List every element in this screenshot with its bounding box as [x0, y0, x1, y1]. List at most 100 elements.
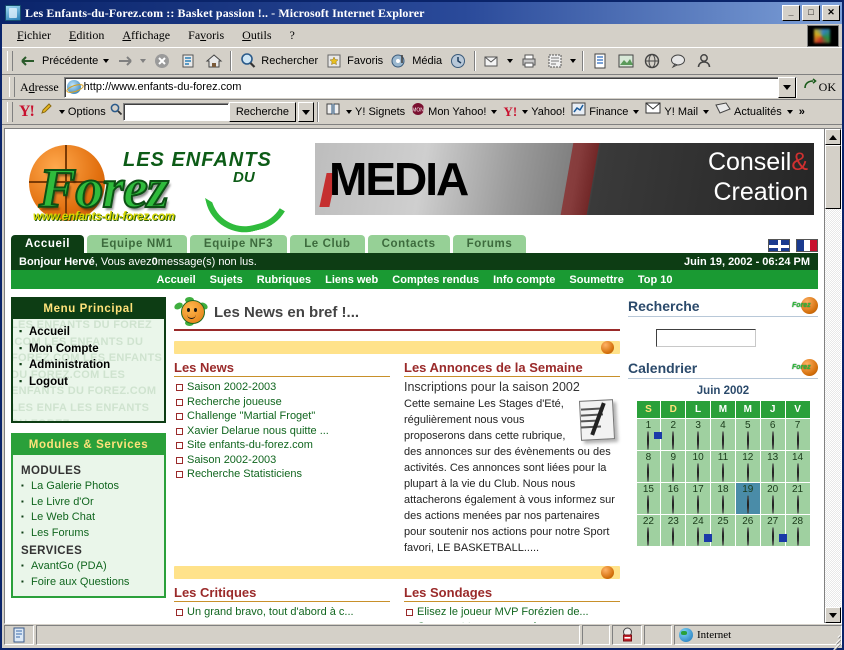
flag-fr-icon[interactable] — [796, 239, 818, 252]
tab-forums[interactable]: Forums — [452, 235, 527, 253]
yahoo-search-input[interactable] — [122, 103, 229, 121]
critique-link-1[interactable]: Un grand bravo, tout d'abord à c... — [174, 605, 390, 620]
calendar-day-9[interactable]: 9 — [661, 451, 686, 482]
yahoo-search-dropdown[interactable] — [298, 102, 315, 122]
sondage-link-2[interactable]: Comment trouvez-vous le nouveau ... — [404, 620, 620, 624]
toolbar-grip[interactable] — [7, 51, 13, 71]
minimize-button[interactable]: _ — [782, 5, 800, 21]
calendar-day-26[interactable]: 26 — [735, 515, 760, 546]
calendar-day-28[interactable]: 28 — [785, 515, 810, 546]
calendar-day-5[interactable]: 5 — [735, 419, 760, 450]
go-button[interactable]: OK — [797, 77, 842, 97]
subnav-accueil[interactable]: Accueil — [157, 274, 196, 286]
tab-contacts[interactable]: Contacts — [367, 235, 450, 253]
calendar-day-23[interactable]: 23 — [661, 515, 686, 546]
yahoo-options-button[interactable]: Options — [37, 102, 109, 122]
media-banner-ad[interactable]: MEDIA Conseil& Creation — [315, 143, 814, 215]
page-scrollbar[interactable] — [824, 129, 841, 623]
yahoo-item-ymail[interactable]: Y! Mail — [642, 102, 712, 122]
history-button[interactable] — [445, 50, 471, 72]
calendar-day-2[interactable]: 2 — [661, 419, 686, 450]
news-link-5[interactable]: Site enfants-du-forez.com — [174, 438, 390, 453]
address-dropdown-button[interactable] — [777, 76, 796, 98]
news-link-3[interactable]: Challenge "Martial Froget" — [174, 409, 390, 424]
subnav-liens-web[interactable]: Liens web — [325, 274, 378, 286]
subnav-soumettre[interactable]: Soumettre — [569, 274, 623, 286]
messenger-button[interactable] — [691, 50, 717, 72]
sidebar-item-web-chat[interactable]: Le Web Chat — [21, 509, 158, 526]
calendar-day-18[interactable]: 18 — [711, 483, 735, 514]
sidebar-item-logout[interactable]: Logout — [19, 373, 158, 391]
resize-grip[interactable] — [828, 632, 841, 650]
calendar-day-20[interactable]: 20 — [760, 483, 785, 514]
news-link-4[interactable]: Xavier Delarue nous quitte ... — [174, 424, 390, 439]
menu-affichage[interactable]: Affichage — [113, 26, 179, 45]
sidebar-item-mon-compte[interactable]: Mon Compte — [19, 340, 158, 358]
scrollbar-thumb[interactable] — [825, 145, 841, 209]
calendar-day-25[interactable]: 25 — [711, 515, 735, 546]
sidebar-item-administration[interactable]: Administration — [19, 356, 158, 374]
subnav-comptes-rendus[interactable]: Comptes rendus — [392, 274, 479, 286]
sidebar-item-galerie-photos[interactable]: La Galerie Photos — [21, 478, 158, 495]
menu-outils[interactable]: Outils — [233, 26, 280, 45]
sidebar-item-avantgo[interactable]: AvantGo (PDA) — [21, 558, 158, 575]
globe-button[interactable] — [639, 50, 665, 72]
back-button[interactable]: Précédente — [16, 50, 112, 72]
calendar-day-7[interactable]: 7 — [785, 419, 810, 450]
address-grip[interactable] — [9, 77, 15, 97]
sidebar-item-livre-dor[interactable]: Le Livre d'Or — [21, 494, 158, 511]
edit-button[interactable] — [542, 50, 579, 72]
calendar-day-24[interactable]: 24 — [686, 515, 711, 546]
search-toolbar-button[interactable]: Rechercher — [235, 50, 321, 72]
scroll-down-button[interactable] — [825, 607, 841, 623]
status-zone-pane[interactable]: Internet — [674, 625, 842, 645]
favorites-button[interactable]: Favoris — [321, 50, 386, 72]
calendar-day-8[interactable]: 8 — [636, 451, 661, 482]
tab-equipe-nf3[interactable]: Equipe NF3 — [189, 235, 288, 253]
site-logo[interactable]: LES ENFANTS DU Forez www.enfants-du-fore… — [11, 137, 311, 241]
forward-dropdown-icon[interactable] — [140, 59, 147, 63]
yahoo-item-myyahoo[interactable]: MON Mon Yahoo! — [408, 102, 500, 122]
mail-dropdown-icon[interactable] — [507, 59, 514, 63]
calendar-day-16[interactable]: 16 — [661, 483, 686, 514]
news-link-2[interactable]: Recherche joueuse — [174, 395, 390, 410]
refresh-button[interactable] — [175, 50, 201, 72]
yahoo-item-finance[interactable]: Finance — [568, 102, 642, 122]
discuss-button[interactable] — [665, 50, 691, 72]
news-link-6[interactable]: Saison 2002-2003 — [174, 453, 390, 468]
stop-button[interactable] — [149, 50, 175, 72]
menu-help[interactable]: ? — [280, 26, 303, 45]
subnav-info-compte[interactable]: Info compte — [493, 274, 555, 286]
subnav-rubriques[interactable]: Rubriques — [257, 274, 311, 286]
tab-accueil[interactable]: Accueil — [11, 235, 85, 253]
yahoo-item-yahoo[interactable]: Y! Yahoo! — [500, 104, 568, 120]
media-button[interactable]: Média — [386, 50, 445, 72]
calendar-day-4[interactable]: 4 — [711, 419, 735, 450]
calendar-day-13[interactable]: 13 — [760, 451, 785, 482]
close-button[interactable]: ✕ — [822, 5, 840, 21]
notes-button[interactable] — [587, 50, 613, 72]
calendar-day-22[interactable]: 22 — [636, 515, 661, 546]
sidebar-item-accueil[interactable]: Accueil — [19, 323, 158, 341]
calendar-day-12[interactable]: 12 — [735, 451, 760, 482]
image-button[interactable] — [613, 50, 639, 72]
forward-button[interactable] — [112, 50, 149, 72]
yahoo-grip[interactable] — [7, 102, 13, 122]
yahoo-item-actualites[interactable]: Actualités — [712, 102, 796, 122]
yahoo-search-button[interactable]: Recherche — [228, 102, 297, 122]
calendar-day-3[interactable]: 3 — [686, 419, 711, 450]
back-dropdown-icon[interactable] — [103, 59, 110, 63]
scrollbar-track[interactable] — [825, 209, 841, 607]
mail-button[interactable] — [479, 50, 516, 72]
flag-uk-icon[interactable] — [768, 239, 790, 252]
menu-edition[interactable]: Edition — [60, 26, 113, 45]
yahoo-overflow-button[interactable]: » — [796, 106, 808, 118]
edit-dropdown-icon[interactable] — [570, 59, 577, 63]
subnav-sujets[interactable]: Sujets — [210, 274, 243, 286]
calendar-day-19[interactable]: 19 — [735, 483, 760, 514]
calendar-day-1[interactable]: 1 — [636, 419, 661, 450]
calendar-day-27[interactable]: 27 — [760, 515, 785, 546]
site-search-input[interactable] — [656, 329, 756, 347]
calendar-day-10[interactable]: 10 — [686, 451, 711, 482]
calendar-day-21[interactable]: 21 — [785, 483, 810, 514]
